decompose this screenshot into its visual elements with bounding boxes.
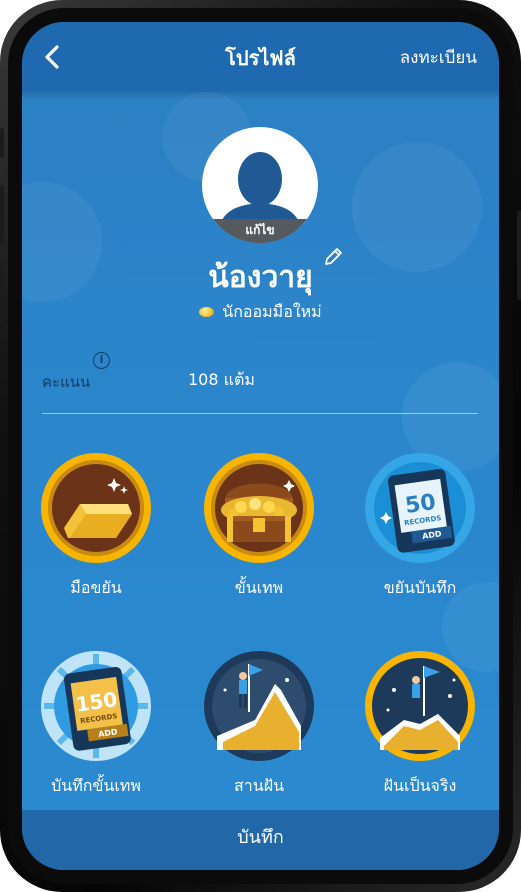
badge-label: มือขยัน bbox=[70, 578, 122, 597]
badge-hard-worker[interactable]: มือขยัน bbox=[22, 452, 170, 622]
score-value: 108 แต้ม bbox=[188, 370, 255, 389]
rank-row: นักออมมือใหม่ bbox=[22, 300, 499, 325]
volume-down-button bbox=[0, 262, 4, 322]
score-label: คะแนน bbox=[42, 373, 91, 391]
divider bbox=[42, 413, 478, 414]
summit-flag-icon bbox=[365, 651, 475, 761]
power-button bbox=[517, 210, 521, 300]
info-icon[interactable]: i bbox=[93, 352, 110, 369]
register-button[interactable]: ลงทะเบียน bbox=[400, 44, 477, 71]
pencil-edit-icon[interactable] bbox=[322, 246, 344, 268]
rank-label: นักออมมือใหม่ bbox=[222, 302, 322, 321]
gold-bar-icon bbox=[41, 453, 151, 563]
50-records-icon: 50 RECORDS ADD bbox=[365, 453, 475, 563]
save-button[interactable]: บันทึก bbox=[22, 810, 499, 870]
badge-label: สานฝัน bbox=[234, 776, 284, 795]
volume-up-button bbox=[0, 185, 4, 245]
profile-name: น้องวายุ bbox=[208, 260, 313, 295]
treasure-chest-icon bbox=[204, 453, 314, 563]
climber-flag-icon bbox=[204, 651, 314, 761]
badge-dream-come-true[interactable]: ฝันเป็นจริง bbox=[346, 650, 494, 820]
badge-label: บันทึกขั้นเทพ bbox=[51, 776, 141, 795]
avatar[interactable]: แก้ไข bbox=[202, 127, 318, 243]
badge-label: ขยันบันทึก bbox=[383, 578, 457, 597]
badge-master-recorder[interactable]: 150 RECORDS ADD บันทึกขั้นเทพ bbox=[22, 650, 170, 820]
badge-label: ฝันเป็นจริง bbox=[383, 776, 457, 795]
bokeh-decoration bbox=[352, 142, 482, 272]
150-records-icon: 150 RECORDS ADD bbox=[41, 651, 151, 761]
top-navigation-bar: โปรไฟล์ ลงทะเบียน bbox=[22, 22, 499, 92]
app-screen: โปรไฟล์ ลงทะเบียน แก้ไข น้องวายุ นักออมม… bbox=[22, 22, 499, 870]
mute-switch bbox=[0, 128, 4, 158]
badge-diligent-recorder[interactable]: 50 RECORDS ADD ขยันบันทึก bbox=[346, 452, 494, 622]
badge-label: ขั้นเทพ bbox=[234, 578, 284, 597]
badge-dream-builder[interactable]: สานฝัน bbox=[185, 650, 333, 820]
topbar-shadow bbox=[22, 92, 499, 100]
coin-icon bbox=[199, 306, 215, 317]
avatar-edit-button[interactable]: แก้ไข bbox=[202, 219, 318, 243]
badge-master[interactable]: ขั้นเทพ bbox=[185, 452, 333, 622]
